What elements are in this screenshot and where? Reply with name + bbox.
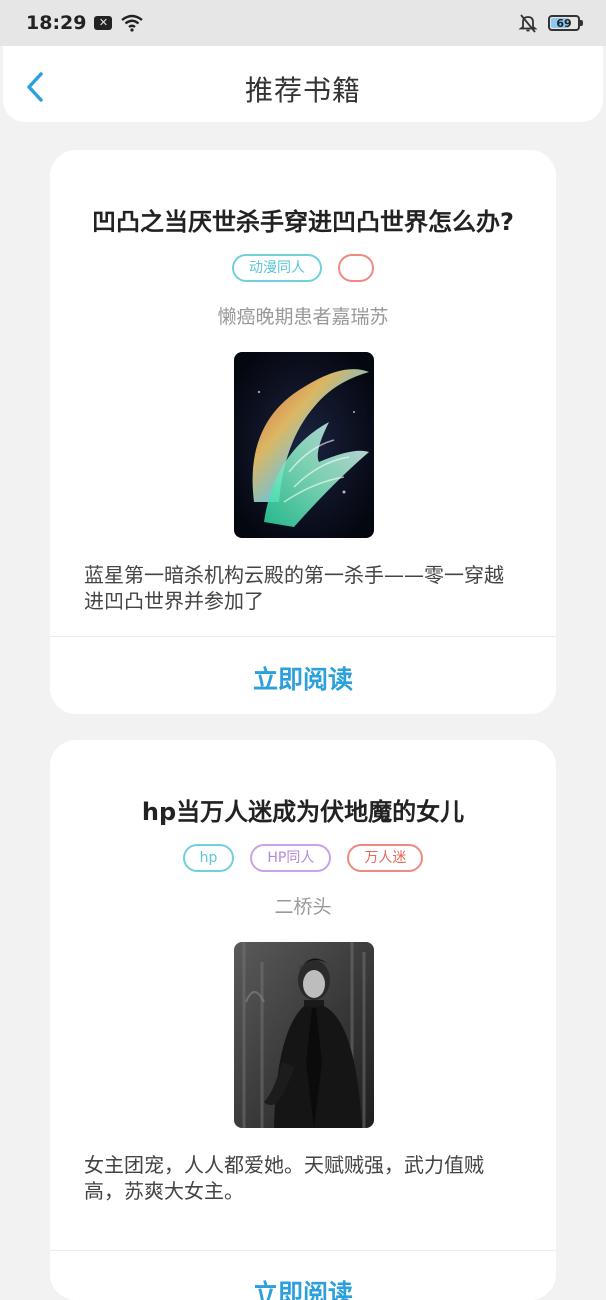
battery-level: 69 [556,16,572,30]
book-cover[interactable] [234,352,374,538]
page-title: 推荐书籍 [244,74,361,107]
read-now-button[interactable]: 立即阅读 [50,1274,556,1300]
tag-badge: 动漫同人 [232,254,322,282]
status-time: 18:29 [26,12,87,34]
header: 推荐书籍 [3,46,603,122]
book-description: 女主团宠，人人都爱她。天赋贼强，武力值贼高，苏爽大女主。 [84,1153,484,1203]
book-cover[interactable] [234,942,374,1128]
book-author: 二桥头 [274,896,332,918]
tag-list: 动漫同人 [50,254,556,282]
book-description: 蓝星第一暗杀机构云殿的第一杀手——零一穿越进凹凸世界并参加了 [84,563,504,613]
tag-badge: HP同人 [250,844,332,872]
book-card: 凹凸之当厌世杀手穿进凹凸世界怎么办? 动漫同人 懒癌晚期患者嘉瑞苏 蓝星第一暗杀… [50,150,556,714]
mute-bell-icon [518,14,538,33]
status-right: 69 [518,13,583,33]
status-left: 18:29 ✕ [26,12,144,34]
battery-icon: 69 [548,15,583,31]
divider [50,1250,556,1251]
tag-list: hp HP同人 万人迷 [50,844,556,872]
book-card: hp当万人迷成为伏地魔的女儿 hp HP同人 万人迷 二桥头 女主团宠，人人都爱… [50,740,556,1300]
tag-badge: hp [182,844,235,872]
book-author: 懒癌晚期患者嘉瑞苏 [217,306,389,328]
wifi-icon [121,14,144,32]
notification-icon: ✕ [94,16,113,30]
tag-badge [338,254,374,282]
read-now-button[interactable]: 立即阅读 [50,660,556,696]
divider [50,636,556,637]
tag-badge: 万人迷 [347,844,424,872]
book-title: 凹凸之当厌世杀手穿进凹凸世界怎么办? [92,208,514,236]
book-title: hp当万人迷成为伏地魔的女儿 [141,798,465,826]
status-bar: 18:29 ✕ 69 [0,0,606,46]
